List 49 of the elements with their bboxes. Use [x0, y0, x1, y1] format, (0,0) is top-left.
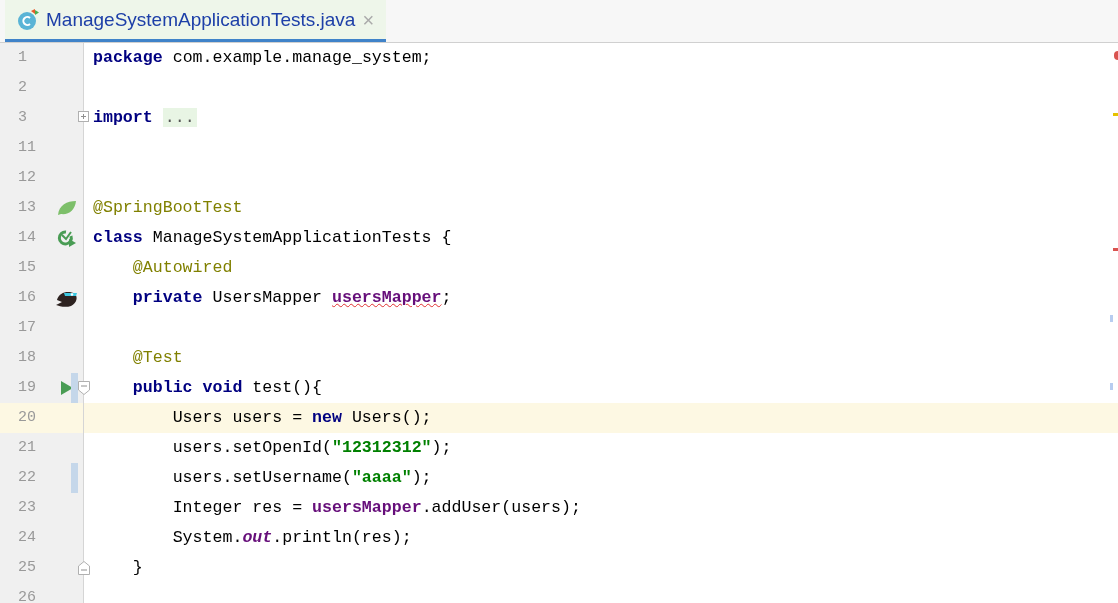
- code-line: @Test: [131, 346, 183, 369]
- fold-expand-icon[interactable]: [78, 111, 89, 122]
- line-number: 1: [17, 47, 28, 68]
- fold-end-icon[interactable]: [78, 561, 90, 575]
- line-number: 15: [17, 257, 37, 278]
- code-line: Integer res = usersMapper.addUser(users);: [171, 496, 581, 519]
- code-line: private UsersMapper usersMapper;: [131, 286, 452, 309]
- line-number: 18: [17, 347, 37, 368]
- warning-marker[interactable]: [1113, 113, 1118, 116]
- line-number: 25: [17, 557, 37, 578]
- line-number: 20: [17, 407, 37, 428]
- change-marker[interactable]: [71, 373, 78, 403]
- line-number: 12: [17, 167, 37, 188]
- leaf-icon[interactable]: [57, 200, 77, 216]
- run-icon[interactable]: [61, 381, 73, 395]
- line-number: 3: [17, 107, 28, 128]
- tab-title: ManageSystemApplicationTests.java: [46, 7, 356, 32]
- run-refresh-icon[interactable]: [57, 229, 77, 247]
- change-marker[interactable]: [1110, 315, 1113, 322]
- line-number: 19: [17, 377, 37, 398]
- line-number: 14: [17, 227, 37, 248]
- editor-tab[interactable]: ManageSystemApplicationTests.java ×: [5, 0, 387, 42]
- line-number: 11: [17, 137, 37, 158]
- code-line: users.setOpenId("12312312");: [171, 436, 452, 459]
- code-line: class ManageSystemApplicationTests {: [93, 226, 452, 249]
- java-class-icon: [17, 9, 39, 31]
- code-line: }: [131, 556, 143, 579]
- code-line: users.setUsername("aaaa");: [171, 466, 432, 489]
- line-number: 13: [17, 197, 37, 218]
- error-marker[interactable]: [1113, 248, 1118, 251]
- error-marker: [1114, 51, 1118, 60]
- line-number: 16: [17, 287, 37, 308]
- code-line: System.out.println(res);: [171, 526, 412, 549]
- code-line: @SpringBootTest: [93, 196, 243, 219]
- line-number: 22: [17, 467, 37, 488]
- change-marker[interactable]: [71, 463, 78, 493]
- line-number: 17: [17, 317, 37, 338]
- code-line: import ...: [93, 106, 197, 129]
- line-number: 23: [17, 497, 37, 518]
- code-line: public void test(){: [131, 376, 323, 399]
- fold-collapse-icon[interactable]: [78, 381, 90, 395]
- code-line: Users users = new Users();: [171, 406, 432, 429]
- line-number: 2: [17, 77, 28, 98]
- line-number: 21: [17, 437, 37, 458]
- change-marker[interactable]: [1110, 383, 1113, 390]
- line-number: 26: [17, 587, 37, 603]
- code-line: @Autowired: [131, 256, 233, 279]
- line-number: 24: [17, 527, 37, 548]
- code-line: package com.example.manage_system;: [93, 46, 432, 69]
